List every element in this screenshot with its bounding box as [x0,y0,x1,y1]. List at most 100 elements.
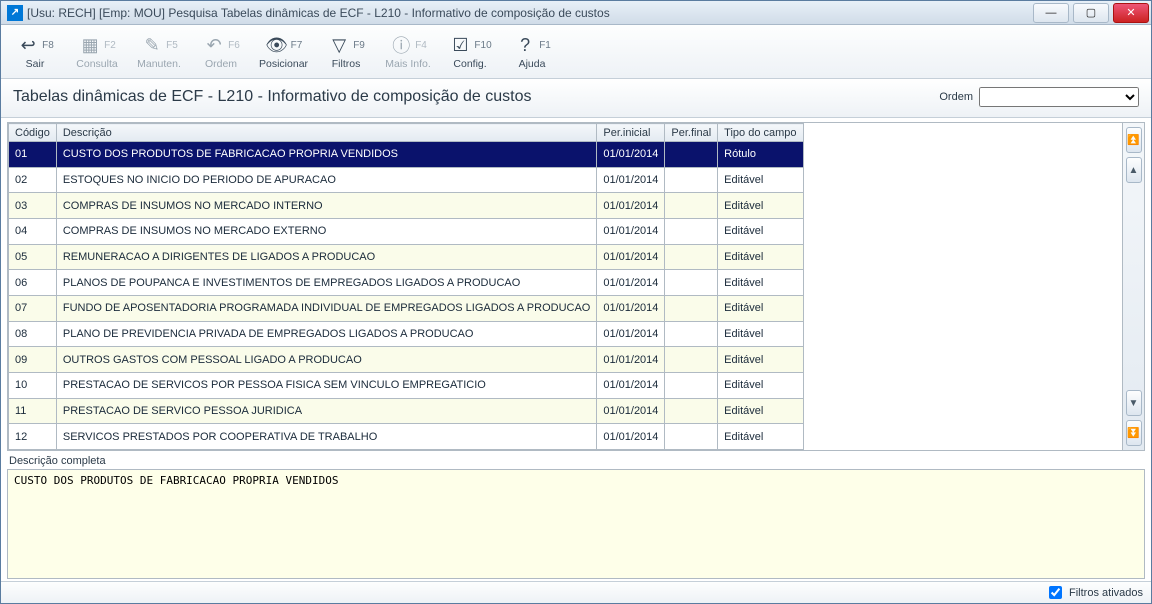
ordem-select[interactable] [979,87,1139,107]
toolbar-icon: ↶ [202,33,226,57]
cell-per_inicial: 01/01/2014 [597,244,665,270]
cell-per_inicial: 01/01/2014 [597,424,665,450]
cell-tipo: Editável [718,295,803,321]
cell-codigo: 08 [9,321,57,347]
toolbar-key: F4 [415,40,427,51]
cell-descricao: ESTOQUES NO INICIO DO PERIODO DE APURACA… [56,167,597,193]
cell-tipo: Editável [718,270,803,296]
titlebar: ↗ [Usu: RECH] [Emp: MOU] Pesquisa Tabela… [1,1,1151,25]
scroll-top-icon[interactable]: ⏫ [1126,127,1142,153]
maximize-button[interactable]: ▢ [1073,3,1109,23]
cell-descricao: PLANOS DE POUPANCA E INVESTIMENTOS DE EM… [56,270,597,296]
cell-descricao: COMPRAS DE INSUMOS NO MERCADO INTERNO [56,193,597,219]
filtros-label: Filtros ativados [1069,587,1143,599]
toolbar-key: F9 [353,40,365,51]
cell-per_final [665,398,718,424]
toolbar-icon: ↩ [16,33,40,57]
scroll-down-icon[interactable]: ▼ [1126,390,1142,416]
close-button[interactable]: ✕ [1113,3,1149,23]
table-row[interactable]: 05REMUNERACAO A DIRIGENTES DE LIGADOS A … [9,244,804,270]
cell-per_inicial: 01/01/2014 [597,321,665,347]
ordem-label: Ordem [939,91,973,103]
cell-per_final [665,167,718,193]
cell-per_final [665,347,718,373]
table-row[interactable]: 09OUTROS GASTOS COM PESSOAL LIGADO A PRO… [9,347,804,373]
toolbar-ajuda[interactable]: ?F1Ajuda [504,28,560,76]
grid-wrapper: CódigoDescriçãoPer.inicialPer.finalTipo … [7,122,1145,451]
toolbar-filtros[interactable]: ▽F9 Filtros [318,28,374,76]
table-row[interactable]: 02ESTOQUES NO INICIO DO PERIODO DE APURA… [9,167,804,193]
cell-codigo: 02 [9,167,57,193]
column-header[interactable]: Descrição [56,124,597,142]
toolbar-icon: ▽ [327,33,351,57]
ordem-field: Ordem [939,87,1139,107]
table-row[interactable]: 03COMPRAS DE INSUMOS NO MERCADO INTERNO0… [9,193,804,219]
cell-codigo: 03 [9,193,57,219]
cell-codigo: 06 [9,270,57,296]
table-row[interactable]: 12SERVICOS PRESTADOS POR COOPERATIVA DE … [9,424,804,450]
scroll-bottom-icon[interactable]: ⏬ [1126,420,1142,446]
cell-codigo: 07 [9,295,57,321]
cell-descricao: COMPRAS DE INSUMOS NO MERCADO EXTERNO [56,218,597,244]
content: CódigoDescriçãoPer.inicialPer.finalTipo … [1,118,1151,581]
description-box: CUSTO DOS PRODUTOS DE FABRICACAO PROPRIA… [7,469,1145,579]
toolbar-label: Ajuda [519,58,546,70]
cell-descricao: SERVICOS PRESTADOS POR COOPERATIVA DE TR… [56,424,597,450]
toolbar-label: Config. [453,58,486,70]
cell-per_inicial: 01/01/2014 [597,295,665,321]
toolbar-key: F7 [291,40,303,51]
table-row[interactable]: 01CUSTO DOS PRODUTOS DE FABRICACAO PROPR… [9,142,804,168]
cell-per_inicial: 01/01/2014 [597,142,665,168]
toolbar-key: F5 [166,40,178,51]
column-header[interactable]: Tipo do campo [718,124,803,142]
toolbar-key: F8 [42,40,54,51]
cell-per_final [665,295,718,321]
toolbar-key: F10 [474,40,491,51]
cell-codigo: 12 [9,424,57,450]
toolbar-label: Manuten. [137,58,181,70]
toolbar-sair[interactable]: ↩F8Sair [7,28,63,76]
table-row[interactable]: 06PLANOS DE POUPANCA E INVESTIMENTOS DE … [9,270,804,296]
toolbar-icon: ▦ [78,33,102,57]
data-grid[interactable]: CódigoDescriçãoPer.inicialPer.finalTipo … [8,123,804,450]
toolbar-icon: ? [513,33,537,57]
cell-per_final [665,193,718,219]
cell-per_final [665,372,718,398]
toolbar-manuten-: ✎F5Manuten. [131,28,187,76]
cell-descricao: FUNDO DE APOSENTADORIA PROGRAMADA INDIVI… [56,295,597,321]
cell-descricao: CUSTO DOS PRODUTOS DE FABRICACAO PROPRIA… [56,142,597,168]
cell-per_inicial: 01/01/2014 [597,372,665,398]
cell-tipo: Editável [718,424,803,450]
scroll-up-icon[interactable]: ▲ [1126,157,1142,183]
toolbar-posicionar[interactable]: 👁F7Posicionar [255,28,312,76]
minimize-button[interactable]: — [1033,3,1069,23]
toolbar-config-[interactable]: ☑F10 Config. [442,28,498,76]
cell-per_final [665,321,718,347]
table-row[interactable]: 08PLANO DE PREVIDENCIA PRIVADA DE EMPREG… [9,321,804,347]
cell-per_inicial: 01/01/2014 [597,167,665,193]
column-header[interactable]: Per.final [665,124,718,142]
column-header[interactable]: Código [9,124,57,142]
cell-per_inicial: 01/01/2014 [597,347,665,373]
toolbar-label: Filtros [332,58,361,70]
toolbar-key: F2 [104,40,116,51]
filtros-checkbox[interactable] [1049,586,1062,599]
cell-tipo: Editável [718,167,803,193]
cell-per_inicial: 01/01/2014 [597,193,665,219]
grid-spacer [804,123,1122,450]
description-label: Descrição completa [7,455,1145,467]
cell-per_final [665,270,718,296]
toolbar-label: Consulta [76,58,117,70]
toolbar-label: Posicionar [259,58,308,70]
column-header[interactable]: Per.inicial [597,124,665,142]
filtros-ativados-toggle[interactable]: Filtros ativados [1045,583,1143,602]
toolbar-icon: ☑ [448,33,472,57]
toolbar-label: Ordem [205,58,237,70]
toolbar-mais-info-: ⓘF4Mais Info. [380,28,436,76]
table-row[interactable]: 07FUNDO DE APOSENTADORIA PROGRAMADA INDI… [9,295,804,321]
app-window: ↗ [Usu: RECH] [Emp: MOU] Pesquisa Tabela… [0,0,1152,604]
table-row[interactable]: 10PRESTACAO DE SERVICOS POR PESSOA FISIC… [9,372,804,398]
table-row[interactable]: 11PRESTACAO DE SERVICO PESSOA JURIDICA01… [9,398,804,424]
table-row[interactable]: 04COMPRAS DE INSUMOS NO MERCADO EXTERNO0… [9,218,804,244]
cell-codigo: 10 [9,372,57,398]
